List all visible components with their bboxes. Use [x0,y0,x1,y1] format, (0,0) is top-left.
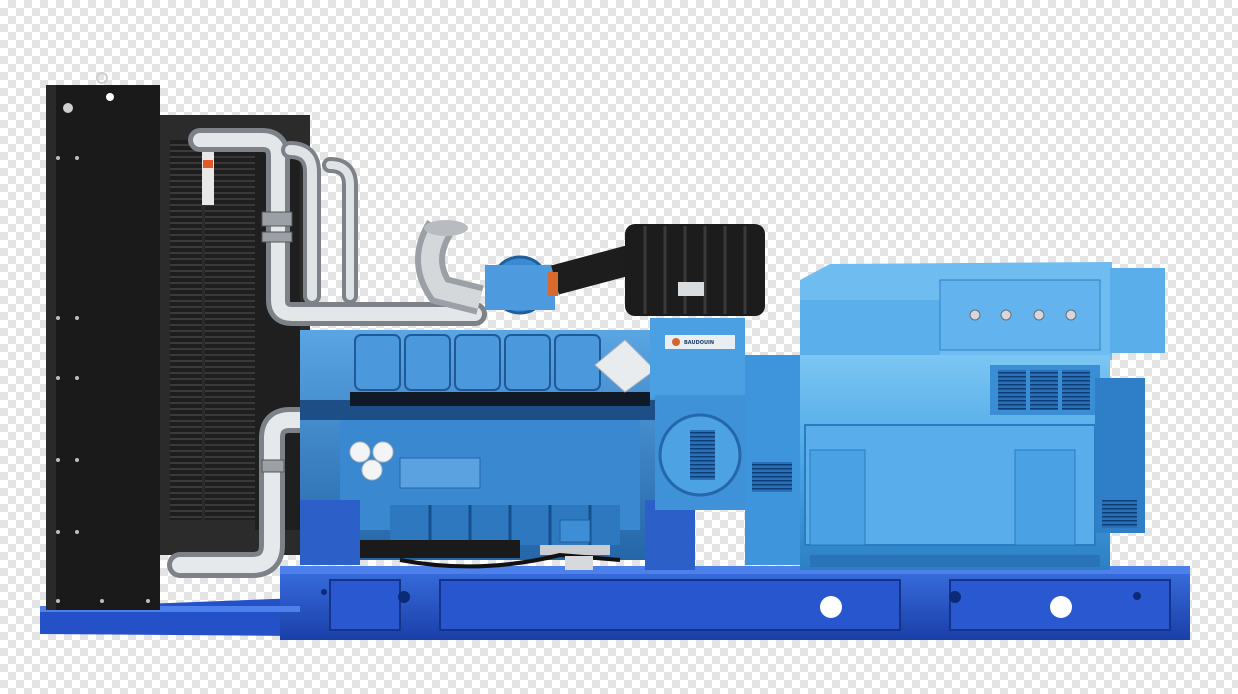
air-filter [625,224,765,316]
alternator [745,262,1165,570]
lifting-hole-icon [1050,596,1072,618]
lifting-hole-icon [820,596,842,618]
brand-logo-text: BAUDOUIN [684,340,714,346]
engine-block: BAUDOUIN [300,318,745,570]
turbocharger [415,220,634,315]
generator-set-illustration: BAUDOUIN [40,72,1190,640]
generator-image: BAUDOUIN [0,0,1238,694]
